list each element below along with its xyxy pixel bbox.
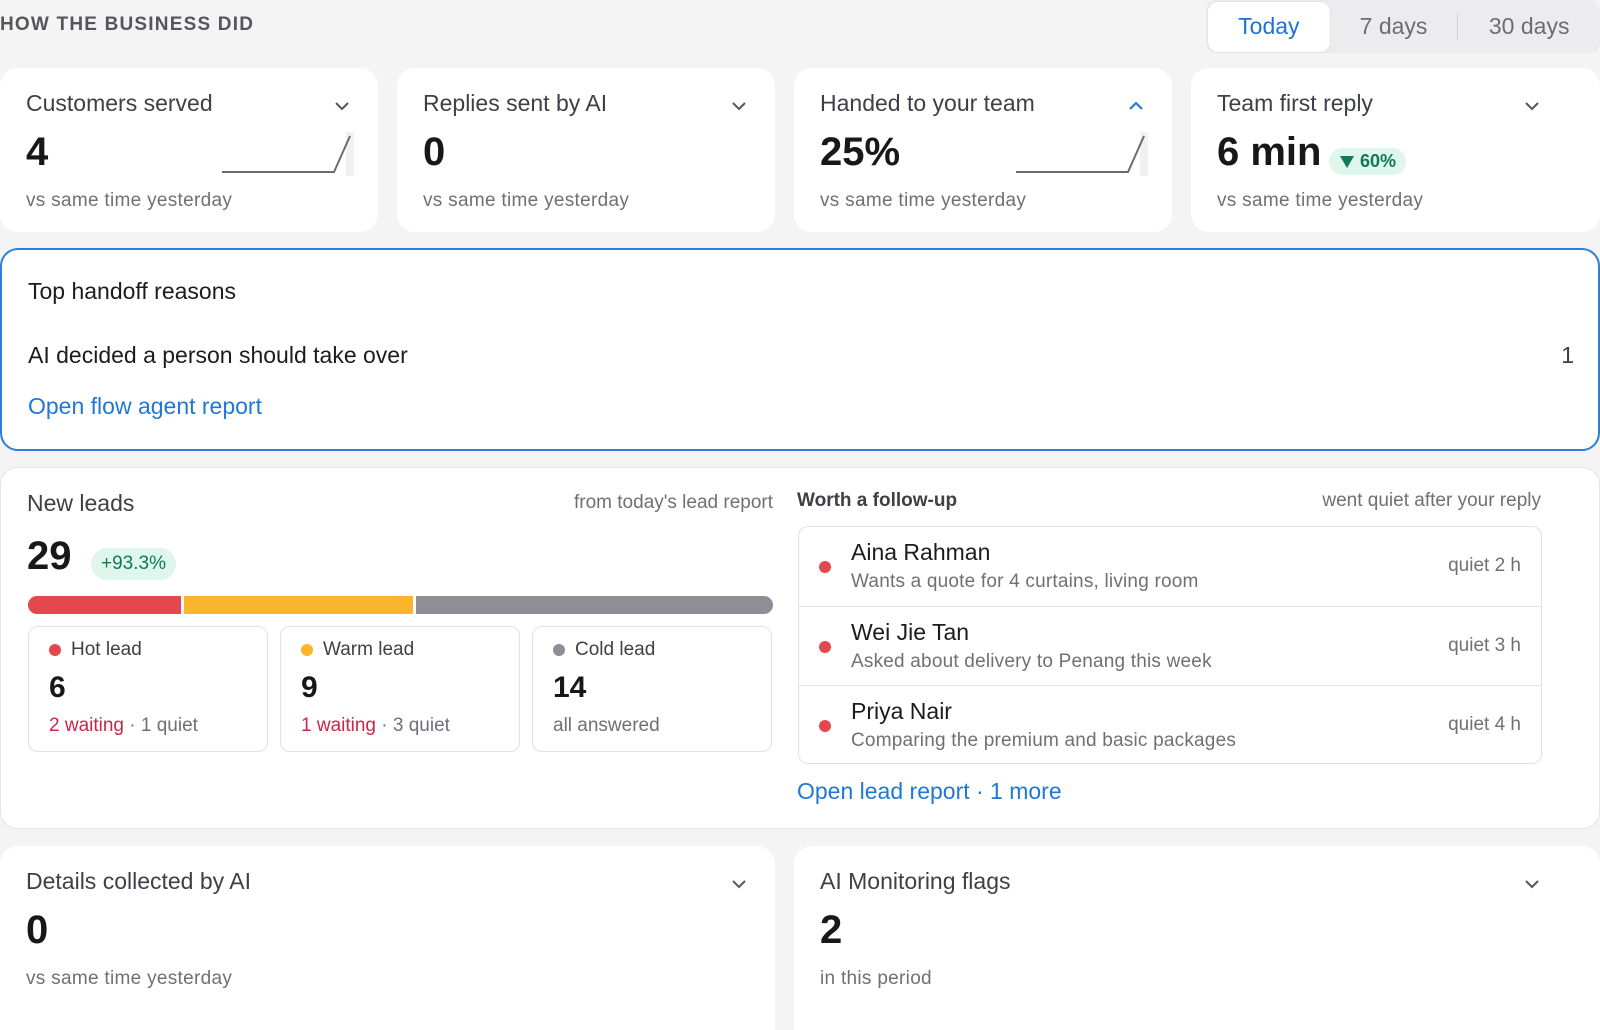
- tile-waiting: 1 waiting: [301, 715, 376, 736]
- change-badge: 60%: [1329, 148, 1407, 175]
- lead-name: Aina Rahman: [851, 539, 991, 565]
- leads-title: New leads: [27, 490, 135, 516]
- metric-comparison: vs same time yesterday: [820, 190, 1027, 211]
- lead-tile-cold[interactable]: Cold lead 14 all answered: [532, 626, 772, 752]
- metric-title: AI Monitoring flags: [820, 868, 1011, 894]
- lead-description: Asked about delivery to Penang this week: [851, 651, 1212, 672]
- tile-value: 6: [49, 671, 66, 704]
- metric-value: 25%: [820, 130, 901, 174]
- chevron-down-icon[interactable]: [729, 874, 749, 894]
- list-item[interactable]: Aina Rahman Wants a quote for 4 curtains…: [799, 527, 1541, 606]
- followup-title: Worth a follow-up: [797, 490, 958, 511]
- metric-card-handed-to-team[interactable]: Handed to your team 25% vs same time yes…: [794, 68, 1172, 232]
- lead-name: Wei Jie Tan: [851, 619, 970, 645]
- leads-value: 29: [27, 534, 72, 578]
- leads-change-badge: +93.3%: [91, 548, 176, 580]
- tile-value: 14: [553, 671, 587, 704]
- metric-card-replies-sent[interactable]: Replies sent by AI 0 vs same time yester…: [397, 68, 775, 232]
- leads-source: from today's lead report: [574, 492, 773, 513]
- chevron-down-icon[interactable]: [729, 96, 749, 116]
- metric-comparison: vs same time yesterday: [423, 190, 630, 211]
- metric-title: Details collected by AI: [26, 868, 252, 894]
- tile-label: Hot lead: [49, 639, 142, 661]
- hot-dot-icon: [49, 644, 61, 656]
- lead-tile-warm[interactable]: Warm lead 9 1 waiting · 3 quiet: [280, 626, 520, 752]
- tile-label-text: Hot lead: [71, 639, 142, 660]
- metric-card-team-first-reply[interactable]: Team first reply 6 min 60% vs same time …: [1191, 68, 1600, 232]
- followup-list: Aina Rahman Wants a quote for 4 curtains…: [798, 526, 1542, 764]
- date-range-selector: Today 7 days 30 days: [1206, 0, 1600, 53]
- distribution-segment-warm: [183, 596, 414, 614]
- open-lead-report-link[interactable]: Open lead report · 1 more: [797, 778, 1062, 805]
- metric-card-monitoring-flags[interactable]: AI Monitoring flags 2 in this period: [794, 846, 1600, 1030]
- status-dot-icon: [819, 561, 831, 573]
- list-item[interactable]: Wei Jie Tan Asked about delivery to Pena…: [799, 606, 1541, 685]
- metric-title: Customers served: [26, 90, 213, 116]
- handoff-reason-count: 1: [1561, 342, 1574, 368]
- lead-quiet-time: quiet 4 h: [1448, 714, 1521, 735]
- range-7-days-button[interactable]: 7 days: [1330, 2, 1458, 52]
- tile-sub: 2 waiting · 1 quiet: [49, 715, 198, 737]
- tile-label: Warm lead: [301, 639, 414, 661]
- metric-title: Handed to your team: [820, 90, 1035, 116]
- chevron-down-icon[interactable]: [1522, 874, 1542, 894]
- list-item[interactable]: Priya Nair Comparing the premium and bas…: [799, 685, 1541, 763]
- chevron-up-icon[interactable]: [1126, 96, 1146, 116]
- tile-rest: all answered: [553, 715, 660, 736]
- cold-dot-icon: [553, 644, 565, 656]
- metric-card-details-collected[interactable]: Details collected by AI 0 vs same time y…: [0, 846, 775, 1030]
- metric-title: Team first reply: [1217, 90, 1373, 116]
- distribution-segment-cold: [416, 596, 773, 614]
- metric-comparison: vs same time yesterday: [26, 190, 233, 211]
- metric-value: 6 min: [1217, 130, 1322, 174]
- metric-value: 0: [26, 908, 49, 952]
- handoff-reasons-panel: Top handoff reasons AI decided a person …: [0, 248, 1600, 451]
- followup-note: went quiet after your reply: [1322, 490, 1541, 511]
- range-30-days-button[interactable]: 30 days: [1458, 2, 1600, 52]
- metric-comparison: vs same time yesterday: [1217, 190, 1424, 211]
- tile-label-text: Cold lead: [575, 639, 656, 660]
- tile-label: Cold lead: [553, 639, 655, 661]
- change-badge-value: 60%: [1360, 151, 1397, 171]
- new-leads-panel: New leads from today's lead report 29 +9…: [0, 467, 1600, 829]
- metric-comparison: in this period: [820, 968, 932, 989]
- handoff-title: Top handoff reasons: [28, 278, 237, 304]
- metric-comparison: vs same time yesterday: [26, 968, 233, 989]
- tile-rest: · 1 quiet: [124, 715, 198, 736]
- warm-dot-icon: [301, 644, 313, 656]
- metric-value: 2: [820, 908, 843, 952]
- tile-sub: all answered: [553, 715, 660, 737]
- metric-title: Replies sent by AI: [423, 90, 608, 116]
- tile-label-text: Warm lead: [323, 639, 415, 660]
- lead-description: Comparing the premium and basic packages: [851, 730, 1237, 751]
- lead-description: Wants a quote for 4 curtains, living roo…: [851, 571, 1199, 592]
- rising-sparkline: [1016, 132, 1148, 176]
- metric-card-customers-served[interactable]: Customers served 4 vs same time yesterda…: [0, 68, 378, 232]
- metric-value: 0: [423, 130, 446, 174]
- metric-value: 4: [26, 130, 49, 174]
- lead-distribution-bar: [28, 596, 773, 614]
- tile-waiting: 2 waiting: [49, 715, 124, 736]
- lead-tile-hot[interactable]: Hot lead 6 2 waiting · 1 quiet: [28, 626, 268, 752]
- chevron-down-icon[interactable]: [1522, 96, 1542, 116]
- rising-sparkline: [222, 132, 354, 176]
- status-dot-icon: [819, 641, 831, 653]
- lead-name: Priya Nair: [851, 698, 952, 724]
- chevron-down-icon[interactable]: [332, 96, 352, 116]
- triangle-down-icon: [1340, 155, 1354, 168]
- tile-rest: · 3 quiet: [376, 715, 450, 736]
- open-flow-agent-report-link[interactable]: Open flow agent report: [28, 393, 262, 420]
- status-dot-icon: [819, 720, 831, 732]
- lead-quiet-time: quiet 2 h: [1448, 555, 1521, 576]
- lead-quiet-time: quiet 3 h: [1448, 635, 1521, 656]
- handoff-reason-label: AI decided a person should take over: [28, 342, 408, 368]
- section-title: HOW THE BUSINESS DID: [0, 14, 255, 35]
- distribution-segment-hot: [28, 596, 181, 614]
- tile-sub: 1 waiting · 3 quiet: [301, 715, 450, 737]
- range-today-button[interactable]: Today: [1208, 1, 1330, 52]
- tile-value: 9: [301, 671, 318, 704]
